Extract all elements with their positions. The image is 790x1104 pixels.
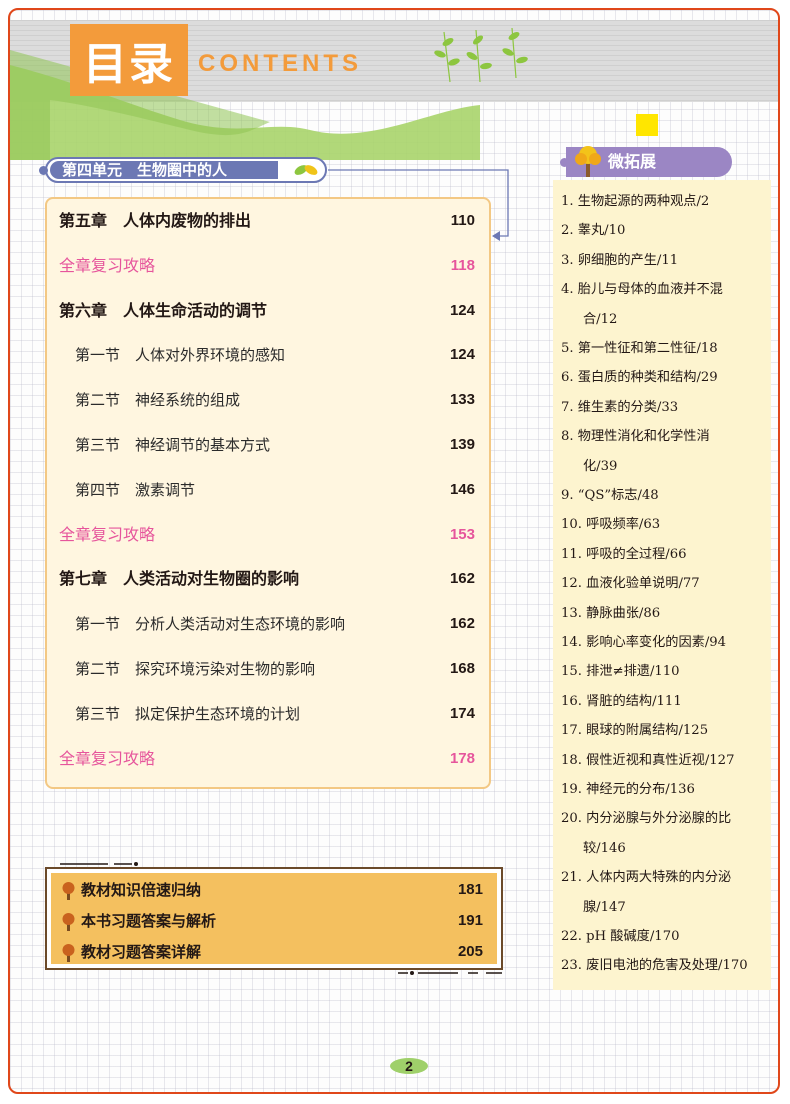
extension-item[interactable]: 7. 维生素的分类/33 <box>561 396 678 415</box>
extension-item-continued[interactable]: 较/146 <box>583 837 626 856</box>
extension-item[interactable]: 11. 呼吸的全过程/66 <box>561 543 687 562</box>
extension-item[interactable]: 1. 生物起源的两种观点/2 <box>561 190 709 209</box>
extension-item[interactable]: 21. 人体内两大特殊的内分泌 <box>561 866 731 885</box>
toc-entry-page: 178 <box>449 749 475 767</box>
extension-item[interactable]: 13. 静脉曲张/86 <box>561 602 660 621</box>
extension-item[interactable]: 2. 睾丸/10 <box>561 219 625 238</box>
toc-entry-title: 第三节 拟定保护生态环境的计划 <box>75 704 301 723</box>
extension-item[interactable]: 4. 胎儿与母体的血液并不混 <box>561 278 723 297</box>
extension-item[interactable]: 3. 卵细胞的产生/11 <box>561 249 678 268</box>
tree-icon <box>62 913 75 931</box>
unit-title: 第四单元 生物圈中的人 <box>50 161 278 179</box>
tab-dot-icon <box>560 158 569 167</box>
banner-dot-icon <box>39 166 48 175</box>
extension-item[interactable]: 17. 眼球的附属结构/125 <box>561 719 708 738</box>
toc-entry-title: 全章复习攻略 <box>59 255 156 275</box>
extension-item[interactable]: 19. 神经元的分布/136 <box>561 778 695 797</box>
extension-item[interactable]: 14. 影响心率变化的因素/94 <box>561 631 726 650</box>
tree-icon <box>575 146 601 177</box>
toc-entry-page: 174 <box>449 704 475 722</box>
toc-section-row[interactable]: 第四节 激素调节 146 <box>47 478 489 502</box>
toc-section-row[interactable]: 第三节 拟定保护生态环境的计划 174 <box>47 702 489 726</box>
appendix-box: 教材知识倍速归纳 181 本书习题答案与解析 191 教材习题答案详解 205 <box>45 867 503 970</box>
extension-item[interactable]: 22. pH 酸碱度/170 <box>561 925 679 944</box>
extension-item[interactable]: 8. 物理性消化和化学性消 <box>561 425 710 444</box>
appendix-item[interactable]: 教材知识倍速归纳 181 <box>51 876 497 904</box>
extension-item-continued[interactable]: 合/12 <box>583 308 617 327</box>
appendix-title: 教材知识倍速归纳 <box>81 881 202 899</box>
leaf-sprig-icon <box>434 27 528 83</box>
toc-entry-page: 162 <box>449 615 475 633</box>
extension-item[interactable]: 6. 蛋白质的种类和结构/29 <box>561 366 718 385</box>
header-band: 目录 CONTENTS <box>10 10 778 160</box>
toc-section-row[interactable]: 第二节 神经系统的组成 133 <box>47 388 489 412</box>
page-title: 目录 <box>70 24 188 96</box>
page-title-english: CONTENTS <box>198 50 362 77</box>
toc-entry-page: 118 <box>450 256 475 274</box>
appendix-page: 191 <box>457 912 483 929</box>
toc-section-row[interactable]: 第一节 分析人类活动对生态环境的影响 162 <box>47 612 489 636</box>
tree-icon <box>62 944 75 962</box>
extension-item[interactable]: 9. “QS”标志/48 <box>561 484 659 503</box>
toc-entry-page: 139 <box>449 436 475 453</box>
toc-review-row[interactable]: 全章复习攻略 118 <box>47 254 489 278</box>
extension-item[interactable]: 16. 肾脏的结构/111 <box>561 690 682 709</box>
toc-entry-page: 162 <box>449 570 475 588</box>
toc-entry-page: 124 <box>449 301 475 319</box>
toc-chapter-row[interactable]: 第五章 人体内废物的排出 110 <box>47 209 489 233</box>
toc-entry-page: 153 <box>449 525 475 543</box>
extension-item-continued[interactable]: 化/39 <box>583 455 617 474</box>
toc-entry-title: 第五章 人体内废物的排出 <box>59 211 252 230</box>
toc-entry-title: 第三节 神经调节的基本方式 <box>75 436 271 454</box>
toc-chapter-row[interactable]: 第七章 人类活动对生物圈的影响 162 <box>47 567 489 591</box>
toc-entry-page: 124 <box>449 346 475 364</box>
extension-item[interactable]: 18. 假性近视和真性近视/127 <box>561 749 734 768</box>
appendix-list: 教材知识倍速归纳 181 本书习题答案与解析 191 教材习题答案详解 205 <box>51 873 497 964</box>
extension-item[interactable]: 15. 排泄≠排遗/110 <box>561 660 680 679</box>
extension-item[interactable]: 5. 第一性征和第二性征/18 <box>561 337 718 356</box>
toc-chapter-row[interactable]: 第六章 人体生命活动的调节 124 <box>47 299 489 323</box>
appendix-page: 181 <box>457 881 483 898</box>
toc-section-row[interactable]: 第一节 人体对外界环境的感知 124 <box>47 343 489 367</box>
extension-item-continued[interactable]: 腺/147 <box>583 896 626 915</box>
extension-item[interactable]: 23. 废旧电池的危害及处理/170 <box>561 954 748 973</box>
appendix-page: 205 <box>457 943 483 960</box>
toc-entry-title: 第七章 人类活动对生物圈的影响 <box>59 569 300 589</box>
appendix-item[interactable]: 教材习题答案详解 205 <box>51 938 497 966</box>
toc-section-row[interactable]: 第三节 神经调节的基本方式 139 <box>47 433 489 457</box>
toc-entry-title: 第一节 分析人类活动对生态环境的影响 <box>75 615 346 634</box>
toc-entry-page: 168 <box>449 660 475 677</box>
tree-icon <box>62 882 75 900</box>
extension-item[interactable]: 20. 内分泌腺与外分泌腺的比 <box>561 807 731 826</box>
extension-header: 微拓展 <box>560 146 732 177</box>
toc-panel: 第五章 人体内废物的排出 110 全章复习攻略 118 第六章 人体生命活动的调节 124… <box>45 197 491 789</box>
toc-section-row[interactable]: 第二节 探究环境污染对生物的影响 168 <box>47 657 489 681</box>
toc-entry-title: 第二节 神经系统的组成 <box>75 391 241 410</box>
toc-review-row[interactable]: 全章复习攻略 178 <box>47 747 489 771</box>
toc-entry-page: 133 <box>449 391 475 409</box>
appendix-title: 本书习题答案与解析 <box>81 912 217 930</box>
extension-title: 微拓展 <box>608 152 657 171</box>
appendix-item[interactable]: 本书习题答案与解析 191 <box>51 907 497 935</box>
yellow-square-decoration <box>636 114 658 136</box>
toc-entry-page: 146 <box>449 480 475 498</box>
toc-entry-title: 第四节 激素调节 <box>75 480 196 499</box>
toc-entry-title: 第二节 探究环境污染对生物的影响 <box>75 660 316 678</box>
toc-entry-page: 110 <box>450 212 475 229</box>
toc-entry-title: 全章复习攻略 <box>59 748 156 768</box>
toc-entry-title: 第六章 人体生命活动的调节 <box>59 300 268 320</box>
page-number: 2 <box>390 1058 428 1074</box>
toc-entry-title: 第一节 人体对外界环境的感知 <box>75 346 286 365</box>
toc-review-row[interactable]: 全章复习攻略 153 <box>47 523 489 547</box>
leaf-icon <box>294 165 318 175</box>
appendix-title: 教材习题答案详解 <box>81 943 202 961</box>
dash-decoration <box>398 971 502 975</box>
extension-item[interactable]: 10. 呼吸频率/63 <box>561 513 660 532</box>
extension-item[interactable]: 12. 血液化验单说明/77 <box>561 572 700 591</box>
unit-banner: 第四单元 生物圈中的人 <box>39 157 327 183</box>
toc-entry-title: 全章复习攻略 <box>59 524 156 544</box>
